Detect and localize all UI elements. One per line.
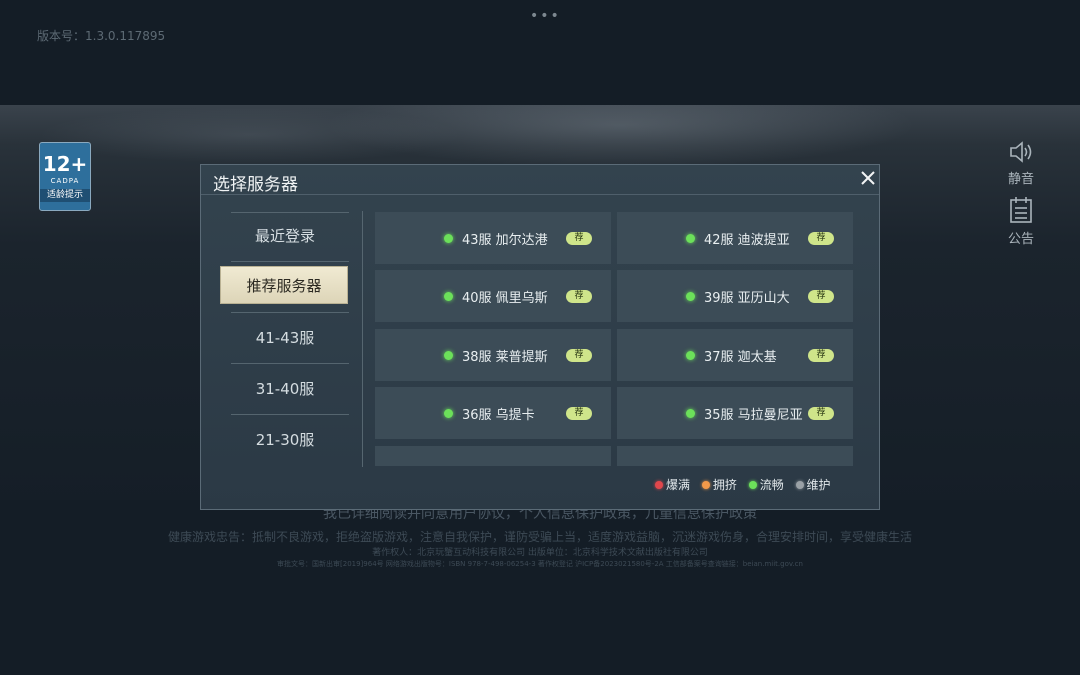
legend-busy: 拥挤	[701, 476, 737, 493]
close-button[interactable]	[856, 166, 880, 190]
legend-full: 爆满	[655, 476, 690, 493]
server-select-dialog: 选择服务器 最近登录 推荐服务器 41-43服 31-40服 21-30服 43…	[200, 164, 880, 510]
tab-41-43[interactable]: 41-43服	[219, 313, 351, 364]
tab-label: 41-43服	[255, 329, 315, 347]
legend-dot	[701, 481, 710, 489]
legend-label: 拥挤	[712, 478, 737, 492]
speaker-icon	[1010, 141, 1032, 163]
server-name: 43服 加尔达港	[462, 233, 548, 248]
close-icon	[861, 171, 875, 185]
server-tab-list: 最近登录 推荐服务器 41-43服 31-40服 21-30服	[219, 211, 351, 466]
bottom-band	[0, 500, 1080, 675]
server-grid: 43服 加尔达港 荐 42服 迪波提亚 荐 40服 佩里乌斯 荐 39服 亚历山…	[375, 212, 853, 466]
title-divider	[201, 194, 879, 195]
more-options-dots[interactable]: •••	[530, 8, 561, 24]
legend-label: 流畅	[759, 478, 784, 492]
recommend-badge: 荐	[808, 407, 834, 420]
recommend-badge: 荐	[566, 407, 592, 420]
tab-21-30[interactable]: 21-30服	[219, 415, 351, 466]
status-dot	[686, 292, 695, 301]
tab-label: 31-40服	[255, 380, 315, 398]
legend-dot	[748, 481, 757, 489]
age-rating-tip: 适龄提示	[40, 189, 90, 202]
recommend-badge: 荐	[808, 349, 834, 362]
status-dot	[444, 234, 453, 243]
copyright-info: 著作权人：北京玩蟹互动科技有限公司 出版单位：北京科学技术文献出版社有限公司	[372, 548, 708, 558]
tab-recommended[interactable]: 推荐服务器	[219, 262, 351, 313]
server-name: 40服 佩里乌斯	[462, 291, 548, 306]
tab-31-40[interactable]: 31-40服	[219, 364, 351, 415]
tab-label: 21-30服	[255, 431, 315, 449]
age-rating-org: CADPA	[50, 177, 80, 185]
legend-dot	[655, 481, 663, 489]
server-name: 38服 莱普提斯	[462, 350, 548, 365]
dialog-title: 选择服务器	[213, 175, 298, 195]
legend-label: 爆满	[666, 478, 691, 492]
legend-dot	[795, 481, 804, 489]
notice-board-icon	[1010, 197, 1032, 223]
server-card-42[interactable]: 42服 迪波提亚 荐	[617, 212, 853, 264]
age-rating-value: 12+	[42, 152, 88, 176]
mute-label: 静音	[1007, 172, 1034, 187]
legend-smooth: 流畅	[748, 476, 784, 493]
notice-label: 公告	[1007, 232, 1034, 247]
tab-server-divider	[362, 211, 363, 467]
status-dot	[686, 351, 695, 360]
status-dot	[444, 409, 453, 418]
tab-label: 推荐服务器	[220, 266, 348, 304]
mute-button[interactable]: 静音	[1000, 140, 1042, 187]
server-card-40[interactable]: 40服 佩里乌斯 荐	[375, 270, 611, 322]
notice-button[interactable]: 公告	[1000, 196, 1042, 247]
version-label: 版本号：1.3.0.117895	[37, 29, 166, 43]
server-name: 35服 马拉曼尼亚	[704, 408, 803, 423]
server-card-partial[interactable]	[375, 446, 611, 466]
tab-recent-login[interactable]: 最近登录	[219, 211, 351, 262]
age-rating-badge: 12+ CADPA 适龄提示	[39, 142, 91, 211]
status-dot	[686, 234, 695, 243]
recommend-badge: 荐	[566, 232, 592, 245]
server-card-39[interactable]: 39服 亚历山大 荐	[617, 270, 853, 322]
recommend-badge: 荐	[808, 290, 834, 303]
status-dot	[444, 351, 453, 360]
server-card-43[interactable]: 43服 加尔达港 荐	[375, 212, 611, 264]
server-card-partial[interactable]	[617, 446, 853, 466]
server-name: 39服 亚历山大	[704, 291, 790, 306]
status-dot	[444, 292, 453, 301]
tab-label: 最近登录	[254, 227, 315, 245]
server-card-35[interactable]: 35服 马拉曼尼亚 荐	[617, 387, 853, 439]
server-name: 37服 迦太基	[704, 350, 777, 365]
legend-maintenance: 维护	[795, 476, 831, 493]
server-card-37[interactable]: 37服 迦太基 荐	[617, 329, 853, 381]
health-advice: 健康游戏忠告：抵制不良游戏，拒绝盗版游戏，注意自我保护，谨防受骗上当，适度游戏益…	[167, 530, 912, 544]
status-dot	[686, 409, 695, 418]
status-legend: 爆满 拥挤 流畅 维护	[647, 476, 831, 493]
server-name: 36服 乌提卡	[462, 408, 535, 423]
recommend-badge: 荐	[808, 232, 834, 245]
recommend-badge: 荐	[566, 349, 592, 362]
server-card-36[interactable]: 36服 乌提卡 荐	[375, 387, 611, 439]
approval-info: 审批文号：国新出审[2019]964号 网络游戏出版物号：ISBN 978-7-…	[277, 560, 803, 568]
server-name: 42服 迪波提亚	[704, 233, 790, 248]
legend-label: 维护	[806, 478, 831, 492]
recommend-badge: 荐	[566, 290, 592, 303]
server-card-38[interactable]: 38服 莱普提斯 荐	[375, 329, 611, 381]
